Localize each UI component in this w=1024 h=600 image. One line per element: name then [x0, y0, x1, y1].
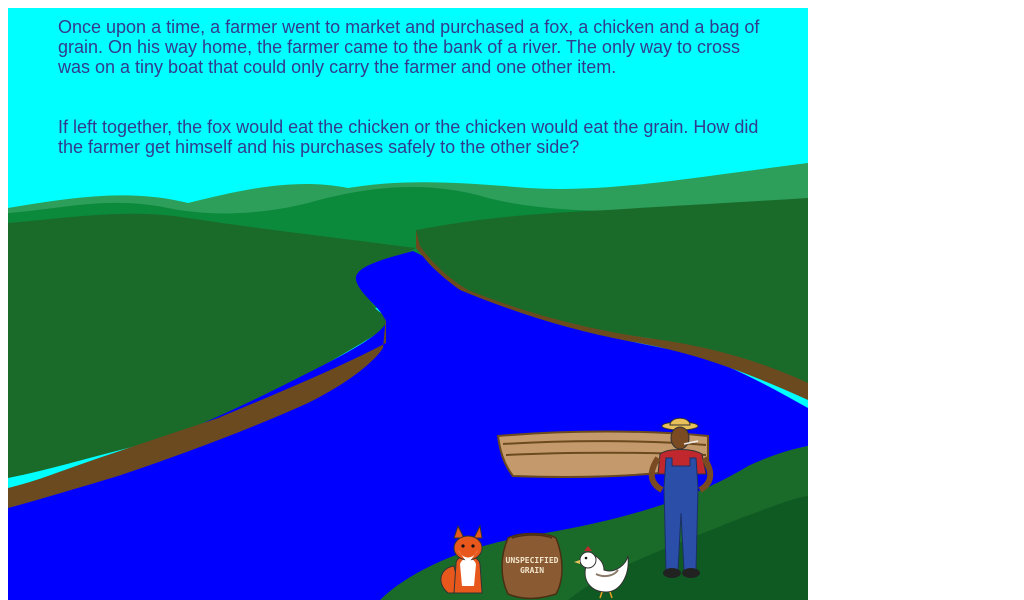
grain-label-line-1: UNSPECIFIED	[505, 556, 559, 565]
grain-bag-label: UNSPECIFIED GRAIN	[502, 556, 562, 576]
scene-background	[8, 8, 808, 600]
game-scene: Once upon a time, a farmer went to marke…	[8, 8, 808, 600]
story-paragraph-1: Once upon a time, a farmer went to marke…	[58, 17, 760, 77]
grain-label-line-2: GRAIN	[519, 566, 545, 575]
story-paragraph-2: If left together, the fox would eat the …	[58, 117, 759, 157]
